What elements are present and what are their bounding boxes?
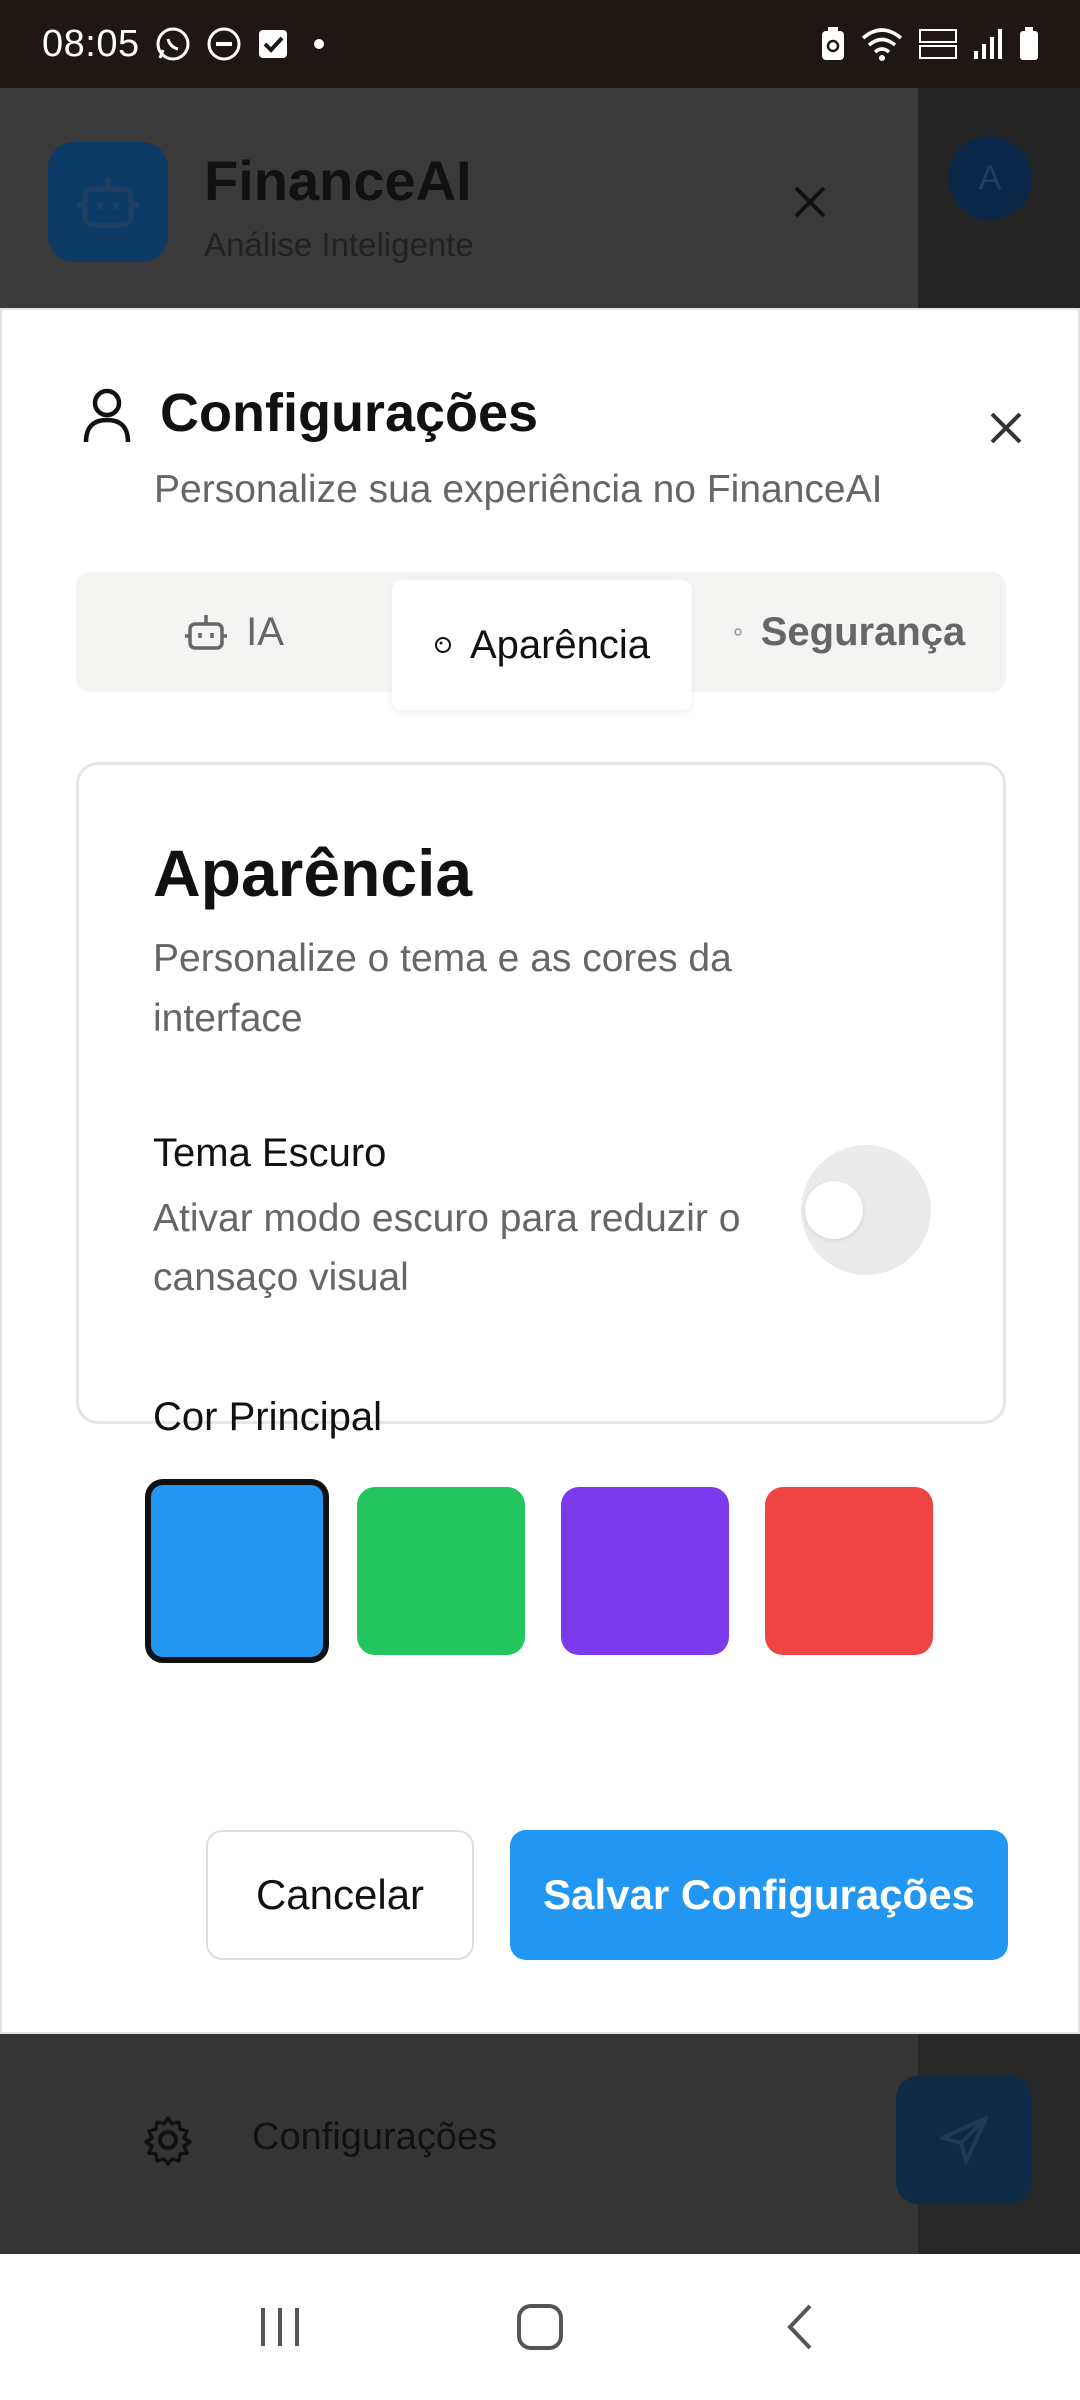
appearance-card: Aparência Personalize o tema e as cores …: [76, 762, 1006, 1663]
cancel-button[interactable]: Cancelar: [206, 1830, 474, 1960]
robot-icon: [185, 615, 228, 650]
recents-button[interactable]: [235, 2282, 325, 2372]
palette-icon: [434, 637, 451, 653]
tab-seguranca[interactable]: Segurança: [692, 572, 1006, 692]
battery-saver-icon: [820, 26, 846, 62]
save-settings-button[interactable]: Salvar Configurações: [510, 1830, 1008, 1960]
wifi-icon: [860, 26, 904, 62]
app-subtitle: Análise Inteligente: [204, 226, 474, 263]
avatar[interactable]: A: [948, 136, 1032, 220]
clock: 08:05: [42, 22, 140, 65]
whatsapp-icon: [154, 25, 192, 63]
color-swatch-purple[interactable]: [561, 1487, 729, 1655]
dark-theme-title: Tema Escuro: [153, 1131, 387, 1175]
shield-icon: [733, 628, 742, 636]
app-footer: Configurações: [0, 2034, 1080, 2254]
send-button[interactable]: [896, 2076, 1032, 2204]
color-swatch-blue[interactable]: [145, 1479, 329, 1663]
dialog-title: Configurações: [160, 383, 539, 443]
dialog-subtitle: Personalize sua experiência no FinanceAI: [154, 468, 883, 511]
settings-dialog: Configurações Personalize sua experiênci…: [0, 308, 1080, 2034]
recents-icon: [261, 2308, 299, 2346]
robot-icon: [77, 177, 139, 228]
toggle-knob: [805, 1181, 863, 1239]
system-nav-bar: [0, 2254, 1080, 2400]
settings-tabs: IA Aparência Segurança: [76, 572, 1006, 710]
primary-color-title: Cor Principal: [153, 1395, 382, 1439]
user-icon: [82, 386, 132, 446]
tab-aparencia[interactable]: Aparência: [392, 580, 692, 710]
dot-icon: [304, 29, 334, 59]
tab-ia-label: IA: [246, 609, 284, 654]
status-right: [820, 26, 1040, 62]
status-left: 08:05: [42, 23, 334, 66]
dark-theme-description: Ativar modo escuro para reduzir o cansaç…: [153, 1197, 741, 1299]
tab-seguranca-label: Segurança: [760, 609, 966, 654]
color-swatch-green[interactable]: [357, 1487, 525, 1655]
dark-theme-toggle[interactable]: [801, 1145, 931, 1275]
volte-icon: [918, 26, 958, 62]
close-icon[interactable]: [790, 182, 830, 222]
tab-ia[interactable]: IA: [76, 572, 392, 692]
gear-icon[interactable]: [142, 2114, 194, 2166]
footer-settings-label[interactable]: Configurações: [252, 2116, 497, 2159]
home-button[interactable]: [495, 2282, 585, 2372]
tab-aparencia-label: Aparência: [469, 622, 651, 667]
section-title: Aparência: [153, 836, 473, 910]
dialog-close-button[interactable]: [984, 406, 1028, 450]
status-bar: 08:05: [0, 0, 1080, 88]
back-button[interactable]: [755, 2282, 845, 2372]
checkbox-notification-icon: [256, 27, 290, 61]
app-logo: [48, 142, 168, 262]
back-icon: [787, 2304, 812, 2350]
send-icon: [940, 2116, 988, 2164]
color-swatch-red[interactable]: [765, 1487, 933, 1655]
signal-icon: [972, 27, 1004, 61]
section-description: Personalize o tema e as cores da interfa…: [153, 937, 732, 1040]
app-title: FinanceAI: [204, 149, 472, 212]
do-not-disturb-icon: [206, 26, 242, 62]
battery-icon: [1018, 26, 1040, 62]
app-header: FinanceAI Análise Inteligente A: [0, 88, 1080, 308]
home-icon: [517, 2304, 563, 2350]
